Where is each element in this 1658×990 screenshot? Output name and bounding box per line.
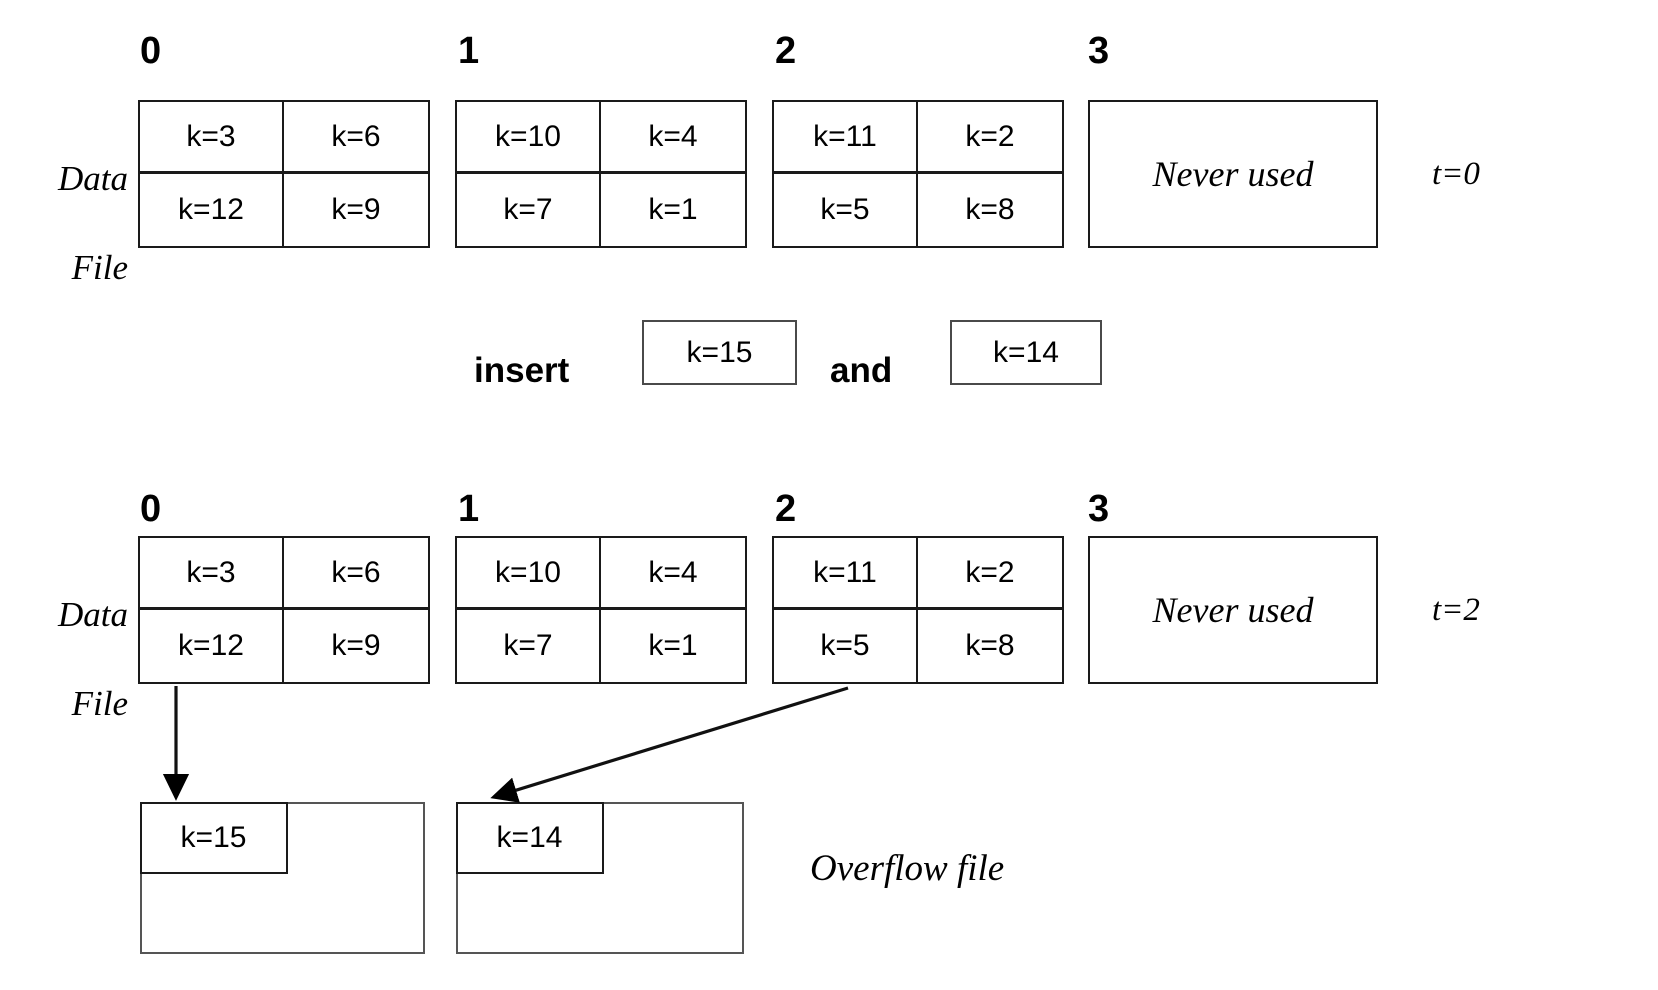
bucket-index-0-top: 0 — [140, 30, 162, 72]
bucket-index-1-top: 1 — [458, 30, 480, 72]
bucket-index-1-bottom: 1 — [458, 488, 480, 530]
data-bucket-1-bottom[interactable]: k=10 k=4 k=7 k=1 — [455, 536, 747, 684]
data-file-label-line1: Data — [58, 594, 128, 634]
insert-verb-label: insert — [474, 351, 570, 390]
bucket-index-0-bottom: 0 — [140, 488, 162, 530]
overflow-slot: k=14 — [455, 801, 604, 874]
bucket-slot: k=4 — [601, 102, 745, 174]
bucket-index-3-top: 3 — [1088, 30, 1110, 72]
bucket-slot: k=2 — [918, 538, 1062, 610]
never-used-label: Never used — [1152, 590, 1314, 630]
bucket-index-2-bottom: 2 — [775, 488, 797, 530]
time-label-t2: t=2 — [1432, 592, 1480, 628]
never-used-label: Never used — [1152, 154, 1314, 194]
bucket-slot: k=6 — [284, 102, 428, 174]
data-bucket-3-bottom-never-used[interactable]: Never used — [1088, 536, 1378, 684]
bucket-slot: k=9 — [284, 174, 428, 246]
data-bucket-2-bottom[interactable]: k=11 k=2 k=5 k=8 — [772, 536, 1064, 684]
bucket-slot: k=5 — [774, 610, 918, 682]
data-bucket-3-top-never-used[interactable]: Never used — [1088, 100, 1378, 248]
bucket-slot: k=10 — [457, 538, 601, 610]
bucket-slot: k=7 — [457, 610, 601, 682]
diagram-canvas: 0 1 2 3 Data File k=3 k=6 k=12 k=9 k=10 … — [0, 0, 1658, 990]
state-t2: 0 1 2 3 Data File k=3 k=6 k=12 k=9 k=10 … — [0, 470, 1658, 990]
data-file-label-bottom: Data File — [10, 548, 128, 772]
data-file-label-line1: Data — [58, 158, 128, 198]
bucket-slot: k=3 — [140, 102, 284, 174]
bucket-slot: k=9 — [284, 610, 428, 682]
overflow-block-0[interactable]: k=15 — [139, 801, 425, 954]
data-file-label-line2: File — [71, 684, 128, 724]
insert-operation-row: insert k=15 and k=14 — [0, 300, 1658, 420]
overflow-file-caption: Overflow file — [810, 848, 1005, 889]
time-label-t0: t=0 — [1432, 156, 1480, 192]
state-t0: 0 1 2 3 Data File k=3 k=6 k=12 k=9 k=10 … — [0, 0, 1658, 300]
bucket-slot: k=7 — [457, 174, 601, 246]
bucket-slot: k=1 — [601, 174, 745, 246]
data-bucket-0-bottom[interactable]: k=3 k=6 k=12 k=9 — [138, 536, 430, 684]
overflow-slot: k=15 — [139, 801, 288, 874]
bucket-slot: k=6 — [284, 538, 428, 610]
bucket-index-3-bottom: 3 — [1088, 488, 1110, 530]
data-bucket-2-top[interactable]: k=11 k=2 k=5 k=8 — [772, 100, 1064, 248]
bucket-slot: k=12 — [140, 174, 284, 246]
bucket-slot: k=5 — [774, 174, 918, 246]
bucket-slot: k=8 — [918, 174, 1062, 246]
data-file-label-line2: File — [71, 248, 128, 288]
overflow-block-1[interactable]: k=14 — [455, 801, 744, 954]
bucket-slot: k=8 — [918, 610, 1062, 682]
bucket-slot: k=4 — [601, 538, 745, 610]
insert-key-chip-2[interactable]: k=14 — [950, 320, 1102, 385]
bucket-slot: k=11 — [774, 538, 918, 610]
insert-key-chip-1[interactable]: k=15 — [642, 320, 797, 385]
bucket-slot: k=3 — [140, 538, 284, 610]
bucket-slot: k=1 — [601, 610, 745, 682]
data-bucket-0-top[interactable]: k=3 k=6 k=12 k=9 — [138, 100, 430, 248]
data-bucket-1-top[interactable]: k=10 k=4 k=7 k=1 — [455, 100, 747, 248]
bucket-slot: k=10 — [457, 102, 601, 174]
bucket-slot: k=12 — [140, 610, 284, 682]
bucket-index-2-top: 2 — [775, 30, 797, 72]
bucket-slot: k=11 — [774, 102, 918, 174]
insert-conjunction-label: and — [830, 351, 893, 390]
bucket-slot: k=2 — [918, 102, 1062, 174]
